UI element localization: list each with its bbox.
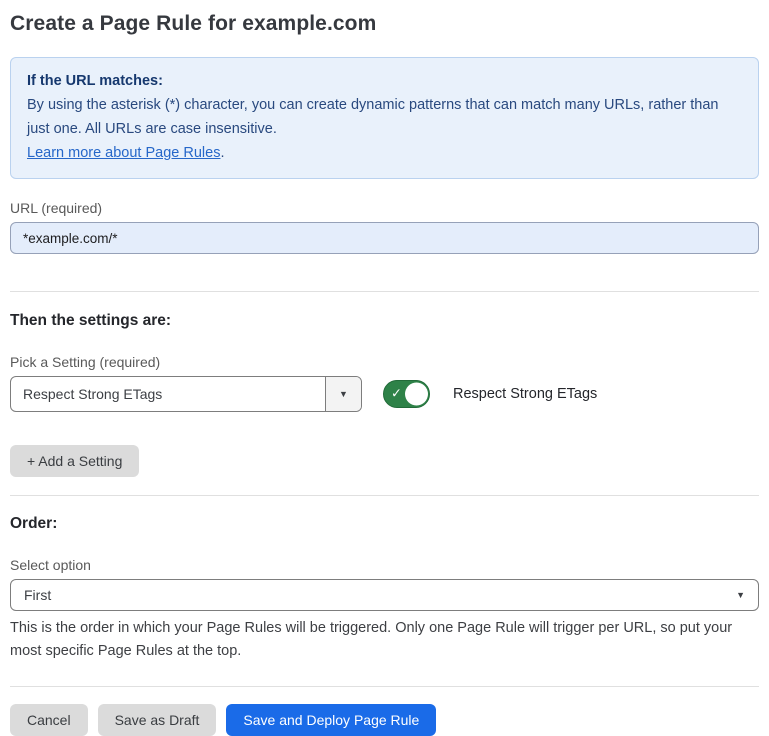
page-title: Create a Page Rule for example.com [10, 12, 759, 36]
setting-dropdown[interactable]: Respect Strong ETags ▼ [10, 376, 362, 412]
order-section-heading: Order: [10, 515, 759, 533]
url-match-info-box: If the URL matches: By using the asteris… [10, 57, 759, 179]
setting-dropdown-arrow-button[interactable]: ▼ [325, 377, 361, 411]
divider [10, 291, 759, 292]
cancel-button[interactable]: Cancel [10, 704, 88, 736]
save-and-deploy-button[interactable]: Save and Deploy Page Rule [226, 704, 436, 736]
order-dropdown[interactable]: First ▼ [10, 579, 759, 611]
divider [10, 495, 759, 496]
settings-section-heading: Then the settings are: [10, 312, 759, 330]
check-icon: ✓ [391, 386, 402, 402]
setting-toggle-group: ✓ Respect Strong ETags [383, 380, 597, 408]
learn-more-link[interactable]: Learn more about Page Rules [27, 145, 220, 161]
setting-dropdown-value: Respect Strong ETags [11, 377, 325, 411]
divider [10, 686, 759, 687]
add-setting-button[interactable]: + Add a Setting [10, 445, 139, 477]
order-dropdown-value: First [24, 587, 51, 603]
url-field-label: URL (required) [10, 200, 759, 216]
info-box-body: By using the asterisk (*) character, you… [27, 93, 742, 141]
chevron-down-icon: ▼ [339, 390, 348, 399]
etags-toggle[interactable]: ✓ [383, 380, 430, 408]
toggle-knob [405, 383, 428, 406]
link-suffix: . [220, 145, 224, 161]
info-box-heading: If the URL matches: [27, 69, 742, 93]
chevron-down-icon: ▼ [736, 591, 745, 600]
toggle-label: Respect Strong ETags [453, 386, 597, 402]
url-input[interactable] [10, 222, 759, 254]
setting-row: Respect Strong ETags ▼ ✓ Respect Strong … [10, 376, 759, 412]
order-help-text: This is the order in which your Page Rul… [10, 617, 759, 663]
pick-setting-label: Pick a Setting (required) [10, 354, 759, 370]
create-page-rule-form: Create a Page Rule for example.com If th… [0, 0, 769, 736]
info-box-link-line: Learn more about Page Rules. [27, 141, 742, 165]
order-select-label: Select option [10, 557, 759, 573]
action-button-row: Cancel Save as Draft Save and Deploy Pag… [10, 704, 759, 736]
save-as-draft-button[interactable]: Save as Draft [98, 704, 217, 736]
